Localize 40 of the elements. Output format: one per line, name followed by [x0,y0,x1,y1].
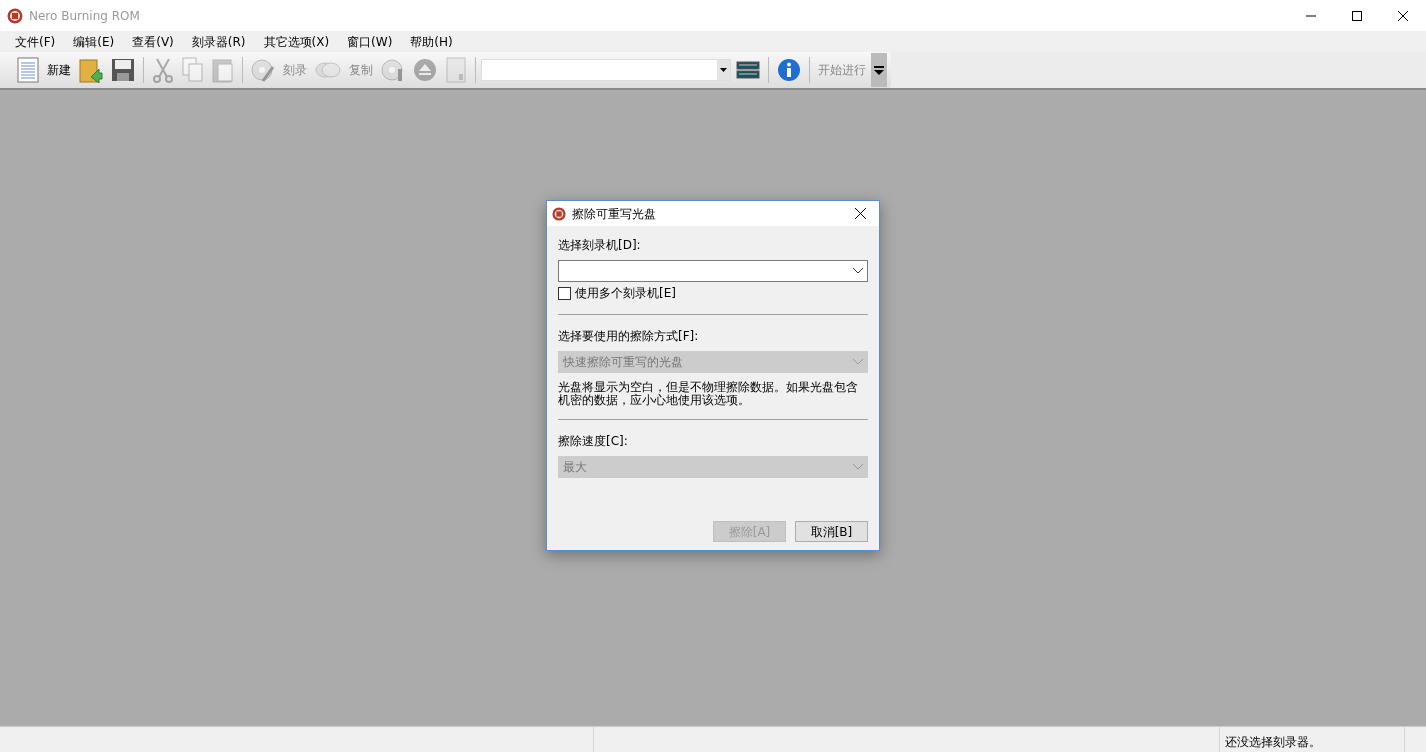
close-icon [854,208,866,219]
menu-item[interactable]: 其它选项(X) [254,32,339,51]
maximize-icon [1352,10,1362,21]
dialog-title: 擦除可重写光盘 [572,205,656,223]
field-label: 选择刻录机[D]: [558,237,642,254]
drive-icon [445,57,467,83]
chevron-down-icon [853,464,863,470]
description-text: 光盘将显示为空白，但是不物理擦除数据。如果光盘包含机密的数据，应小心地使用该选项。 [558,381,859,407]
disc-pen-icon [251,57,275,83]
status-message: 还没选择刻录器。 [1220,727,1405,752]
dropdown-field[interactable] [558,260,868,282]
chevron-down-icon [853,268,863,274]
menu-item[interactable]: 文件(F) [6,32,65,51]
menu-item[interactable]: 帮助(H) [401,32,462,51]
copy-pages-icon [182,57,204,83]
menu-item[interactable]: 查看(V) [123,32,183,51]
window-title: Nero Burning ROM [29,7,140,25]
info-icon [777,58,801,82]
scissors-icon [152,57,174,83]
close-icon [1398,10,1408,21]
toolbar-button[interactable]: 新建 [44,53,74,87]
menu-item[interactable]: 窗口(W) [338,32,402,51]
overflow-arrow-icon [874,65,884,75]
chevron-down-icon [853,359,863,365]
disc-info-icon [381,57,405,83]
clipboard-icon [212,57,234,83]
dialog-button[interactable]: 取消[B] [795,521,868,542]
menu-item[interactable]: 编辑(E) [64,32,124,51]
field-label: 擦除速度[C]: [558,433,629,450]
drives-icon [736,61,760,79]
field-label: 选择要使用的擦除方式[F]: [558,328,700,345]
toolbar-overflow-button[interactable] [871,53,887,87]
multiple-recorders-checkbox[interactable]: 使用多个刻录机[E] [558,284,868,302]
app-icon [7,7,23,24]
menu-item[interactable]: 刻录器(R) [182,32,255,51]
document-icon [17,57,39,83]
eject-icon [413,57,437,83]
dropdown-arrow-icon [720,68,727,72]
app-icon [552,206,566,221]
folder-arrow-icon [79,57,103,83]
